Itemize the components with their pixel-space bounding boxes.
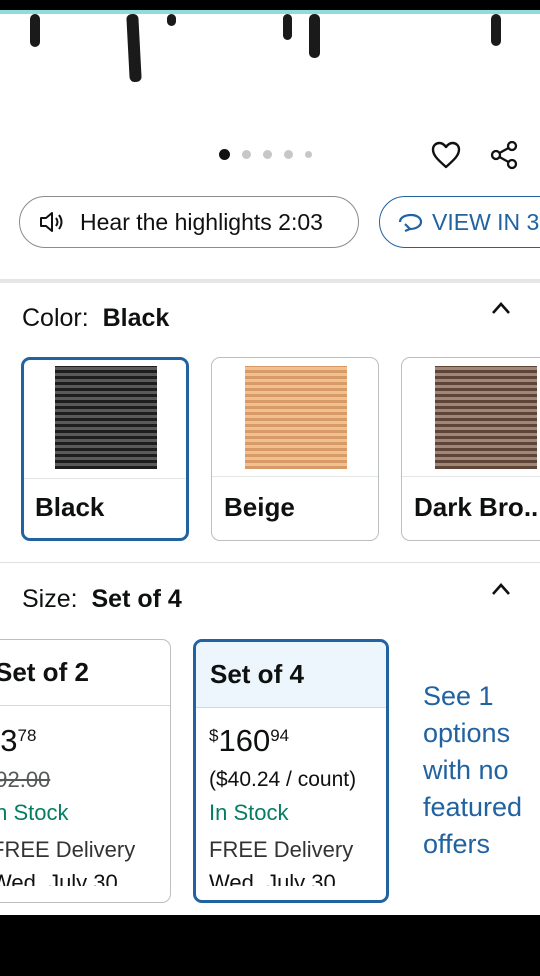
product-image[interactable] <box>0 12 540 132</box>
chair-leg <box>283 14 292 40</box>
hear-highlights-label: Hear the highlights 2:03 <box>80 208 323 235</box>
chair-leg <box>126 13 142 83</box>
color-option-dark-brown[interactable]: Dark Bro... <box>401 357 540 541</box>
product-detail-screen: Hear the highlights 2:03 VIEW IN 3 Color… <box>0 0 540 915</box>
delivery-label: FREE Delivery <box>209 837 354 862</box>
chevron-up-icon[interactable] <box>487 579 515 599</box>
delivery-date-clip: Wed, July 30 <box>0 868 166 886</box>
color-option-name: Black <box>35 492 105 522</box>
delivery-date-clip: Wed, July 30 <box>209 868 379 886</box>
carousel-dot[interactable] <box>263 150 272 159</box>
hear-highlights-button[interactable]: Hear the highlights 2:03 <box>19 196 359 248</box>
carousel-dot[interactable] <box>284 150 293 159</box>
color-label: Color: Black <box>22 304 170 332</box>
speaker-icon <box>38 210 66 234</box>
delivery-date: Wed, July 30 <box>0 870 118 886</box>
view-in-3d-button[interactable]: VIEW IN 3 <box>379 196 540 248</box>
chevron-up-icon[interactable] <box>487 298 515 318</box>
color-option-beige[interactable]: Beige <box>211 357 379 541</box>
list-price: $92.00 <box>0 767 51 792</box>
view-in-3d-label: VIEW IN 3 <box>432 208 540 235</box>
color-option-name: Dark Bro... <box>414 492 540 522</box>
size-label: Size: Set of 4 <box>22 585 182 613</box>
selected-size-value: Set of 4 <box>91 585 182 613</box>
size-option-name: Set of 2 <box>0 657 89 687</box>
section-divider <box>0 279 540 283</box>
rotate-icon <box>396 212 424 232</box>
carousel-dot[interactable] <box>219 149 230 160</box>
chair-leg <box>491 14 501 46</box>
stock-status: In Stock <box>209 800 289 825</box>
chair-leg <box>309 14 320 58</box>
share-icon[interactable] <box>487 138 521 172</box>
stock-status: In Stock <box>0 800 69 825</box>
heart-icon[interactable] <box>429 138 463 172</box>
swatch-image <box>245 366 347 469</box>
navigation-bar <box>0 915 540 976</box>
color-option-name: Beige <box>224 492 295 522</box>
section-divider <box>0 562 540 563</box>
delivery-date: Wed, July 30 <box>209 870 336 886</box>
selected-color-value: Black <box>102 304 170 332</box>
size-option-price: $16094 <box>209 723 290 758</box>
size-option-price: 8378 <box>0 723 37 758</box>
unit-price: ($40.24 / count) <box>209 768 357 791</box>
color-option-black[interactable]: Black <box>21 357 189 541</box>
swatch-image <box>55 366 157 469</box>
swatch-image <box>435 366 537 469</box>
carousel-dot[interactable] <box>305 151 312 158</box>
chair-leg <box>30 14 40 47</box>
chair-leg <box>167 14 176 26</box>
carousel-dots[interactable] <box>219 149 312 160</box>
top-bar <box>0 0 540 14</box>
size-option-name: Set of 4 <box>196 642 386 707</box>
carousel-dot[interactable] <box>242 150 251 159</box>
see-more-options-link[interactable]: See 1 options with no featured offers <box>423 678 538 863</box>
delivery-label: FREE Delivery <box>0 837 136 862</box>
